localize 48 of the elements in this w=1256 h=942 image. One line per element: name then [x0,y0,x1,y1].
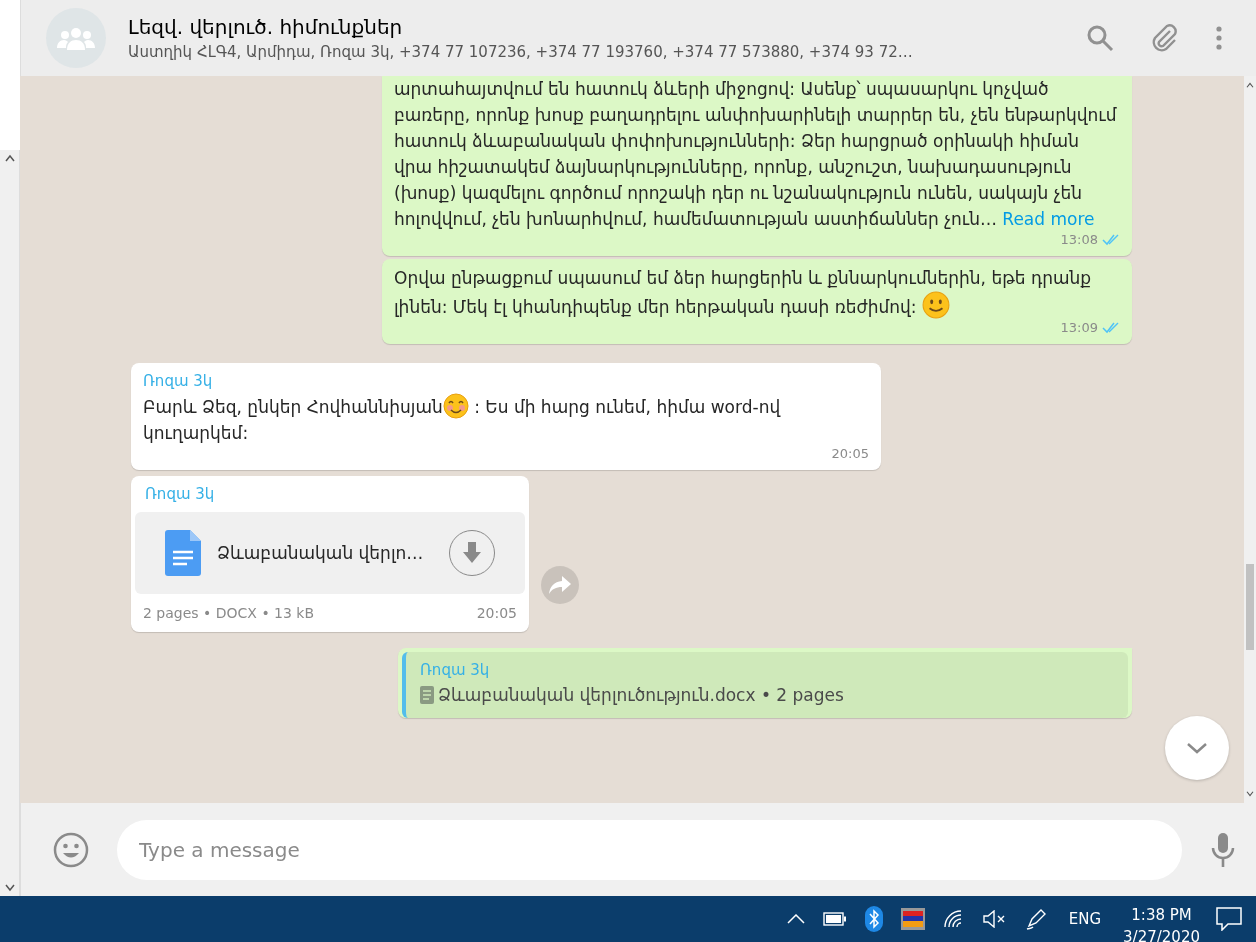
search-icon [1086,24,1114,52]
notification-icon [1216,907,1242,931]
menu-icon [1216,26,1222,50]
scrollbar-thumb[interactable] [1246,564,1254,650]
sender-name: Ռոզա 3կ [144,484,216,505]
participants-list: Աստղիկ ՀԼԳ4, Արմիդա, Ռոզա 3կ, +374 77 107236, +374 77 193760, +374 77 573880, +374 93 72… [128,43,1064,61]
flag-icon [900,908,925,930]
scroll-up-icon [1246,82,1254,88]
quoted-message[interactable]: Ռոզա 3կ Ձևաբանական վերլուծություն.docx • 2 pages [402,652,1128,718]
message-time: 20:05 [476,604,517,623]
sender-name: Ռոզա 3կ [420,660,491,681]
battery-icon [822,912,847,926]
file-name: Ձևաբանական վերլո… [217,542,425,565]
document-icon [163,530,203,576]
quoted-text: Ձևաբանական վերլուծություն.docx • 2 pages [438,684,844,707]
language-indicator[interactable]: ENG [1068,910,1102,928]
message-text: Օրվա ընթացքում սպասում եմ ձեր հարցերին և քննարկումներին, եթե դրանք լինեն: Մեկ էլ կհանդիպենք մեր հերթական դասի ռեժիմով: [394,267,1093,320]
bluetooth-icon [864,906,883,932]
sender-name: Ռոզա 3կ [143,371,214,392]
group-icon [57,26,95,50]
smiling-face-icon [921,291,950,319]
scroll-down-icon [4,884,15,892]
forward-arrow-icon [549,575,571,594]
double-check-icon [1102,322,1120,334]
microphone-icon [1210,832,1236,867]
message-text: արտահայտվում են հատուկ ձևերի միջոցով: Ասենք՝ սպասարկու կոչված բառերը, որոնք խոսք բաղադրելու անփոխարինելի տարրեր են, չեն ենթարկվում հատուկ ձևաբանական փոփոխությունների: Ձեր հարցրած օրինակի հիման վրա հիշատակեմ ձայնարկությունները, որոնք, անշուշտ, նախադասություն (խոսք) կազմելու գործում որոշակի դեր ու նշանակություն ունեն, սակայն չեն հոլովվում, չեն խոնարհվում, համեմատության աստիճաններ չուն… Read more [394,78,1118,231]
chat-title: Լեզվ. վերլուծ. հիմունքներ [128,15,404,39]
caret-up-icon [786,914,805,924]
forward-button[interactable] [541,565,579,604]
message-input[interactable]: Type a message [117,819,1182,880]
clock-time[interactable]: 1:38 PM [1131,904,1192,926]
chevron-down-icon [1186,742,1208,754]
pen-icon [1024,908,1047,930]
document-icon [420,686,434,704]
scroll-up-icon [4,154,15,162]
message-text: Բարև Ձեզ, ընկեր Հովհաննիսյան : Ես մի հարց ունեմ, հիմա word-ով կուղարկեմ: [143,393,869,446]
message-time: 13:08 [1060,232,1098,248]
scroll-down-icon [1246,791,1254,797]
message-time: 20:05 [831,446,869,462]
smiling-face-icon [442,393,469,419]
paperclip-icon [1150,23,1180,53]
file-details: 2 pages • DOCX • 13 kB [143,604,315,623]
download-icon [462,542,482,564]
emoji-icon [53,831,89,868]
speaker-muted-icon [982,910,1007,928]
message-time: 13:09 [1060,320,1098,336]
double-check-icon [1102,234,1120,246]
scroll-down-button[interactable] [1165,716,1229,780]
